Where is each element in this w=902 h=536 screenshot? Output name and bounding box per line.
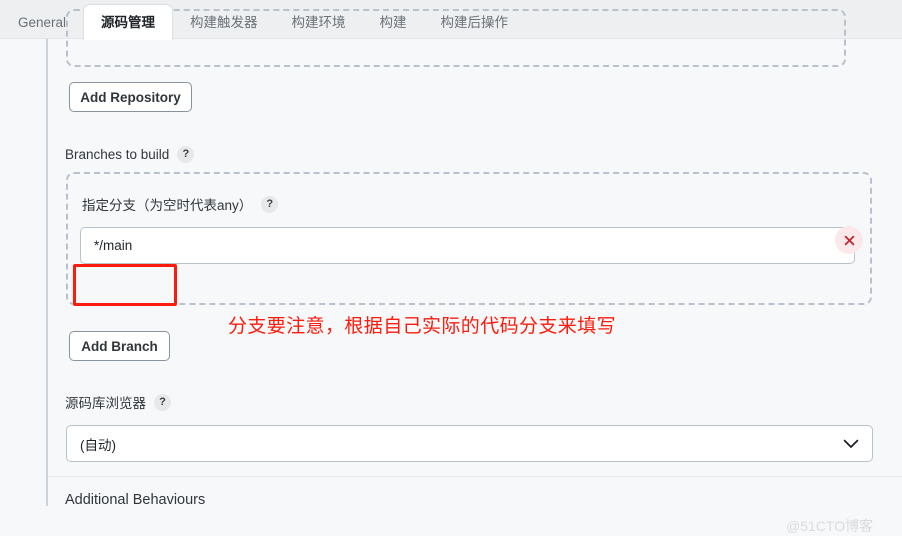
annotation-note: 分支要注意，根据自己实际的代码分支来填写 <box>228 315 617 337</box>
add-branch-button-label: Add Branch <box>81 338 158 354</box>
help-icon[interactable]: ? <box>154 393 171 411</box>
add-repository-button[interactable]: Add Repository <box>69 82 192 112</box>
branches-to-build-text: Branches to build <box>65 147 170 162</box>
branch-specifier-label: 指定分支（为空时代表any） ? <box>82 194 279 214</box>
tab-source-code-management-label: 源码管理 <box>101 15 156 30</box>
section-left-rule <box>46 39 48 506</box>
add-branch-button[interactable]: Add Branch <box>69 331 170 361</box>
tab-source-code-management[interactable]: 源码管理 <box>83 4 174 40</box>
repository-browser-select-wrap: (自动) <box>66 425 873 462</box>
scm-config-pane: Add Repository Branches to build ? 指定分支（… <box>0 9 902 534</box>
help-icon[interactable]: ? <box>177 146 195 163</box>
add-repository-button-label: Add Repository <box>80 89 181 105</box>
branch-specifier-input[interactable] <box>80 227 855 264</box>
remove-branch-button[interactable] <box>835 226 863 254</box>
watermark: @51CTO博客 <box>786 518 874 534</box>
help-icon[interactable]: ? <box>261 195 279 213</box>
repository-browser-select[interactable]: (自动) <box>66 425 873 462</box>
close-icon <box>844 235 854 245</box>
repository-group-box <box>66 9 846 67</box>
repository-browser-text: 源码库浏览器 <box>65 396 146 411</box>
branches-to-build-label: Branches to build ? <box>65 146 195 163</box>
job-config-screen: General 源码管理 构建触发器 构建环境 构建 构建后操作 Add Rep… <box>0 0 902 534</box>
repository-browser-select-value: (自动) <box>80 437 116 453</box>
tab-general-label: General <box>18 15 67 30</box>
section-divider <box>48 476 902 477</box>
branch-specifier-text: 指定分支（为空时代表any） <box>82 198 253 213</box>
repository-browser-label: 源码库浏览器 ? <box>65 392 171 412</box>
